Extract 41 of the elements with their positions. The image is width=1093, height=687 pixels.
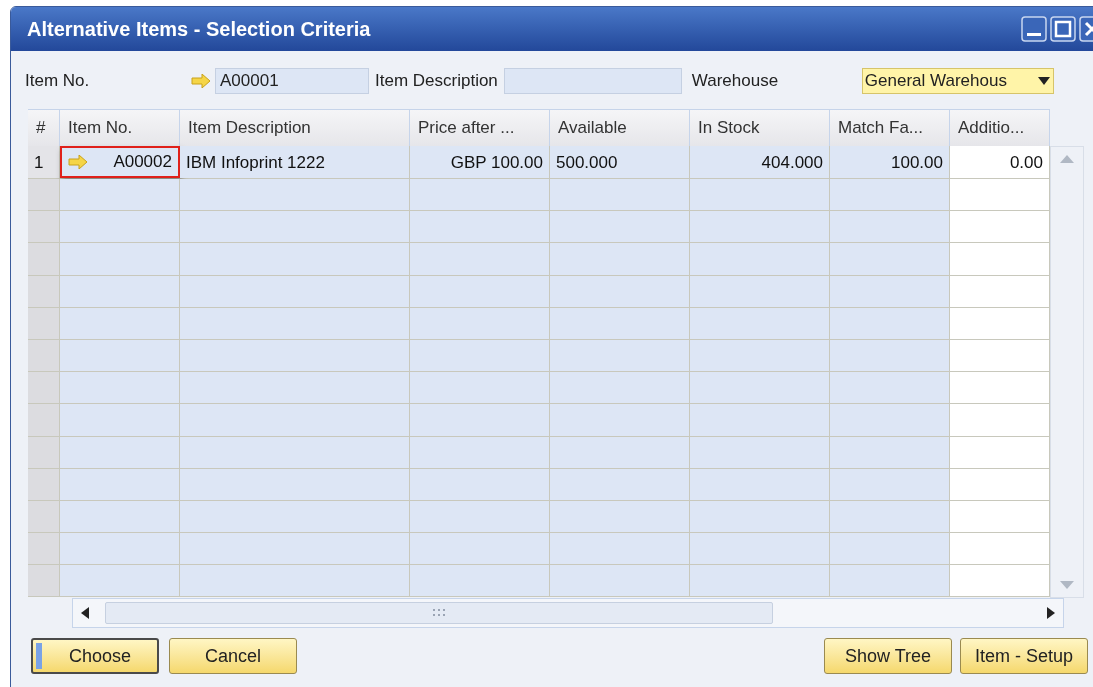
column-header[interactable]: Available [550, 109, 690, 146]
maximize-icon[interactable] [1050, 16, 1076, 42]
dialog-button[interactable]: Cancel [169, 638, 297, 674]
warehouse-dropdown[interactable]: General Warehous [861, 68, 1054, 94]
item-number: A00002 [113, 151, 172, 174]
field-label: Item Description [375, 70, 498, 93]
table-cell: 0.00 [950, 146, 1050, 178]
table-cell: 404.000 [690, 146, 830, 178]
scroll-down-icon[interactable] [1060, 581, 1074, 589]
scroll-right-icon[interactable] [1047, 607, 1055, 619]
field-label: Item No. [25, 70, 91, 93]
row-number: 1 [28, 146, 60, 178]
horizontal-scrollbar[interactable] [72, 598, 1064, 628]
item-number-field[interactable]: A00001 [215, 68, 369, 94]
column-header[interactable]: Item No. [60, 109, 180, 146]
scroll-left-icon[interactable] [81, 607, 89, 619]
column-header[interactable]: Additio... [950, 109, 1050, 146]
dialog-button[interactable]: Choose [31, 638, 159, 674]
column-header[interactable]: # [28, 109, 60, 146]
field-label: Warehouse [691, 70, 780, 93]
table-cell[interactable]: A00002 [60, 146, 180, 178]
minimize-icon[interactable] [1021, 16, 1047, 42]
dropdown-caret-icon[interactable] [1037, 77, 1050, 85]
scroll-thumb[interactable] [105, 602, 773, 624]
scroll-up-icon[interactable] [1060, 155, 1074, 163]
column-header[interactable]: In Stock [690, 109, 830, 146]
table-cell: 500.000 [550, 146, 690, 178]
table-cell: 100.00 [830, 146, 950, 178]
column-header[interactable]: Item Description [180, 109, 410, 146]
table-cell: IBM Infoprint 1222 [180, 146, 410, 178]
item-description-field[interactable] [503, 68, 682, 94]
grip-icon[interactable] [433, 609, 445, 617]
table-cell: GBP 100.00 [410, 146, 550, 178]
dialog-button[interactable]: Show Tree [824, 638, 952, 674]
arrow-icon[interactable] [191, 74, 211, 88]
window-title: Alternative Items - Selection Criteria [27, 17, 371, 42]
vertical-scrollbar[interactable] [1050, 146, 1084, 598]
column-header[interactable]: Match Fa... [830, 109, 950, 146]
column-header[interactable]: Price after ... [410, 109, 550, 146]
arrow-icon[interactable] [68, 155, 88, 169]
dialog-button[interactable]: Item - Setup [960, 638, 1088, 674]
